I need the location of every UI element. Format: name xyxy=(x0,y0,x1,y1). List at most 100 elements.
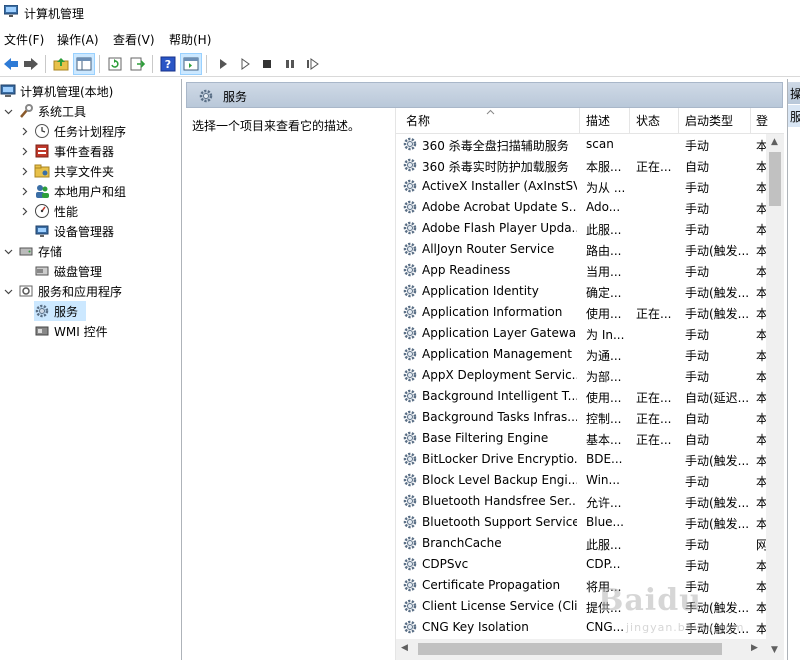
tree-item-services-apps[interactable]: 服务和应用程序 xyxy=(2,281,122,301)
table-row[interactable]: BitLocker Drive Encryptio... BDE... 手动(触发.… xyxy=(396,449,766,470)
table-row[interactable]: Application Management 为通... 手动 本 xyxy=(396,344,766,365)
service-name: Certificate Propagation xyxy=(422,578,561,592)
service-description: CDP... xyxy=(586,557,621,571)
back-button[interactable] xyxy=(0,53,22,75)
table-row[interactable]: Application Layer Gatewa... 为 In... 手动 本 xyxy=(396,323,766,344)
column-header-name[interactable]: 名称 xyxy=(406,112,430,129)
service-startup-type: 手动(触发... xyxy=(685,517,748,531)
horizontal-scrollbar[interactable]: ◀ ▶ xyxy=(396,639,766,660)
service-gear-icon xyxy=(402,451,418,467)
column-header-description[interactable]: 描述 xyxy=(586,112,610,129)
menu-view[interactable]: 查看(V) xyxy=(113,31,155,48)
chevron-right-icon[interactable] xyxy=(18,145,30,157)
service-status: 正在... xyxy=(636,307,672,321)
service-logon: 本 xyxy=(756,223,766,237)
actions-pane: 操 服 xyxy=(787,79,800,660)
menu-file[interactable]: 文件(F) xyxy=(4,31,44,48)
column-header-status[interactable]: 状态 xyxy=(636,112,660,129)
tree-root[interactable]: 计算机管理(本地) xyxy=(0,81,113,101)
tree-item-system-tools[interactable]: 系统工具 xyxy=(2,101,86,121)
service-description: 为从 ... xyxy=(586,181,626,195)
tree-item-storage[interactable]: 存储 xyxy=(2,241,62,261)
tree-item-task-scheduler[interactable]: 任务计划程序 xyxy=(18,121,126,141)
tree-item-disk-management[interactable]: 磁盘管理 xyxy=(34,261,102,281)
vertical-scrollbar[interactable]: ▲ ▼ xyxy=(766,134,784,660)
restart-service-button[interactable] xyxy=(302,53,324,75)
table-row[interactable]: ActiveX Installer (AxInstSV) 为从 ... 手动 本 xyxy=(396,176,766,197)
scroll-right-icon[interactable]: ▶ xyxy=(751,643,758,653)
table-row[interactable]: AppX Deployment Servic... 为部... 手动 本 xyxy=(396,365,766,386)
table-row[interactable]: Certificate Propagation 将用... 手动本 xyxy=(396,575,766,596)
horizontal-scroll-thumb[interactable] xyxy=(418,643,722,655)
service-description: Ado... xyxy=(586,200,621,214)
show-hide-action-pane-button[interactable] xyxy=(180,53,202,75)
actions-item-services[interactable]: 服 xyxy=(788,105,800,127)
chevron-right-icon[interactable] xyxy=(18,205,30,217)
table-row[interactable]: BranchCache 此服... 手动 网 xyxy=(396,533,766,554)
table-row[interactable]: Client License Service (Cli... 提供... 手动(触发… xyxy=(396,596,766,617)
tree-item-services[interactable]: 服务 xyxy=(34,301,86,321)
show-hide-tree-button[interactable] xyxy=(73,53,95,75)
scroll-down-icon[interactable]: ▼ xyxy=(771,645,778,655)
column-header-startup-type[interactable]: 启动类型 xyxy=(685,112,733,129)
table-row[interactable]: 360 杀毒全盘扫描辅助服务 scan 手动 本 xyxy=(396,134,766,155)
service-name: ActiveX Installer (AxInstSV) xyxy=(422,179,577,193)
table-row[interactable]: Application Information 使用... 正在... 手动(触发..… xyxy=(396,302,766,323)
start-service-alt-button[interactable] xyxy=(234,53,256,75)
stop-service-button[interactable] xyxy=(256,53,278,75)
chevron-down-icon[interactable] xyxy=(2,285,14,297)
actions-header: 操 xyxy=(788,82,800,104)
restart-icon xyxy=(307,58,319,70)
forward-button[interactable] xyxy=(20,53,42,75)
service-logon: 本 xyxy=(756,601,766,615)
service-rows: 360 杀毒全盘扫描辅助服务 scan 手动本 360 杀毒实时防护加载服务 本服...… xyxy=(396,134,766,639)
refresh-button[interactable] xyxy=(104,53,126,75)
chevron-down-icon[interactable] xyxy=(2,245,14,257)
column-header-logon[interactable]: 登 xyxy=(756,112,768,129)
tree-label-system-tools: 系统工具 xyxy=(38,104,87,119)
service-startup-type: 手动 xyxy=(685,538,710,552)
vertical-scroll-thumb[interactable] xyxy=(769,152,781,206)
table-row[interactable]: App Readiness 当用... 手动 本 xyxy=(396,260,766,281)
tree-item-shared-folders[interactable]: 共享文件夹 xyxy=(18,161,114,181)
service-gear-icon xyxy=(402,157,418,173)
table-row[interactable]: CDPSvc CDP... 手动 本 xyxy=(396,554,766,575)
chevron-right-icon[interactable] xyxy=(18,165,30,177)
scroll-up-icon[interactable]: ▲ xyxy=(771,137,778,147)
tree-item-local-users[interactable]: 本地用户和组 xyxy=(18,181,126,201)
table-row[interactable]: Background Tasks Infras... 控制... 正在... 自动 本 xyxy=(396,407,766,428)
menu-help[interactable]: 帮助(H) xyxy=(169,31,211,48)
chevron-right-icon[interactable] xyxy=(18,185,30,197)
scroll-left-icon[interactable]: ◀ xyxy=(401,643,408,653)
chevron-down-icon[interactable] xyxy=(2,105,14,117)
menu-action[interactable]: 操作(A) xyxy=(57,31,99,48)
service-description: 控制... xyxy=(586,412,622,426)
service-description: Blue... xyxy=(586,515,624,529)
tree-item-event-viewer[interactable]: 事件查看器 xyxy=(18,141,114,161)
tree-item-wmi[interactable]: WMI 控件 xyxy=(34,321,108,341)
service-gear-icon xyxy=(402,430,418,446)
tree-item-performance[interactable]: 性能 xyxy=(18,201,78,221)
table-row[interactable]: Adobe Acrobat Update S... Ado... 手动 本 xyxy=(396,197,766,218)
service-name: Adobe Flash Player Upda... xyxy=(422,221,577,235)
help-button[interactable]: ? xyxy=(157,53,179,75)
export-list-button[interactable] xyxy=(127,53,149,75)
table-row[interactable]: Application Identity 确定... 手动(触发... 本 xyxy=(396,281,766,302)
window-title: 计算机管理 xyxy=(24,7,85,21)
table-row[interactable]: Base Filtering Engine 基本... 正在... 自动 本 xyxy=(396,428,766,449)
table-row[interactable]: 360 杀毒实时防护加载服务 本服... 正在... 自动 本 xyxy=(396,155,766,176)
table-row[interactable]: AllJoyn Router Service 路由... 手动(触发... 本 xyxy=(396,239,766,260)
pause-service-button[interactable] xyxy=(279,53,301,75)
table-row[interactable]: Bluetooth Support Service Blue... 手动(触发...… xyxy=(396,512,766,533)
service-logon: 本 xyxy=(756,496,766,510)
table-row[interactable]: Adobe Flash Player Upda... 此服... 手动 本 xyxy=(396,218,766,239)
chevron-right-icon[interactable] xyxy=(18,125,30,137)
tree-item-device-manager[interactable]: 设备管理器 xyxy=(34,221,114,241)
table-row[interactable]: Bluetooth Handsfree Ser... 允许... 手动(触发... 本 xyxy=(396,491,766,512)
up-folder-button[interactable] xyxy=(50,53,72,75)
table-row[interactable]: Block Level Backup Engi... Win... 手动 本 xyxy=(396,470,766,491)
service-logon: 本 xyxy=(756,244,766,258)
start-service-button[interactable] xyxy=(212,53,234,75)
tree-label-performance: 性能 xyxy=(54,204,79,219)
table-row[interactable]: Background Intelligent T... 使用... 正在... 自动(… xyxy=(396,386,766,407)
